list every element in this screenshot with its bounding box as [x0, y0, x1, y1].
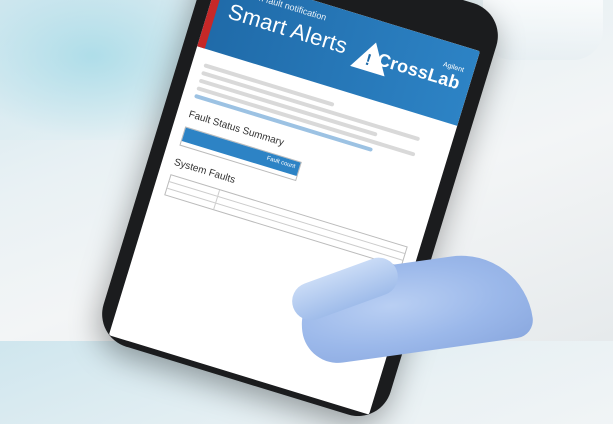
background-beaker — [483, 0, 603, 60]
table-cell — [214, 203, 402, 266]
summary-header-cell — [186, 131, 189, 140]
banner-accent-stripe — [197, 0, 228, 49]
